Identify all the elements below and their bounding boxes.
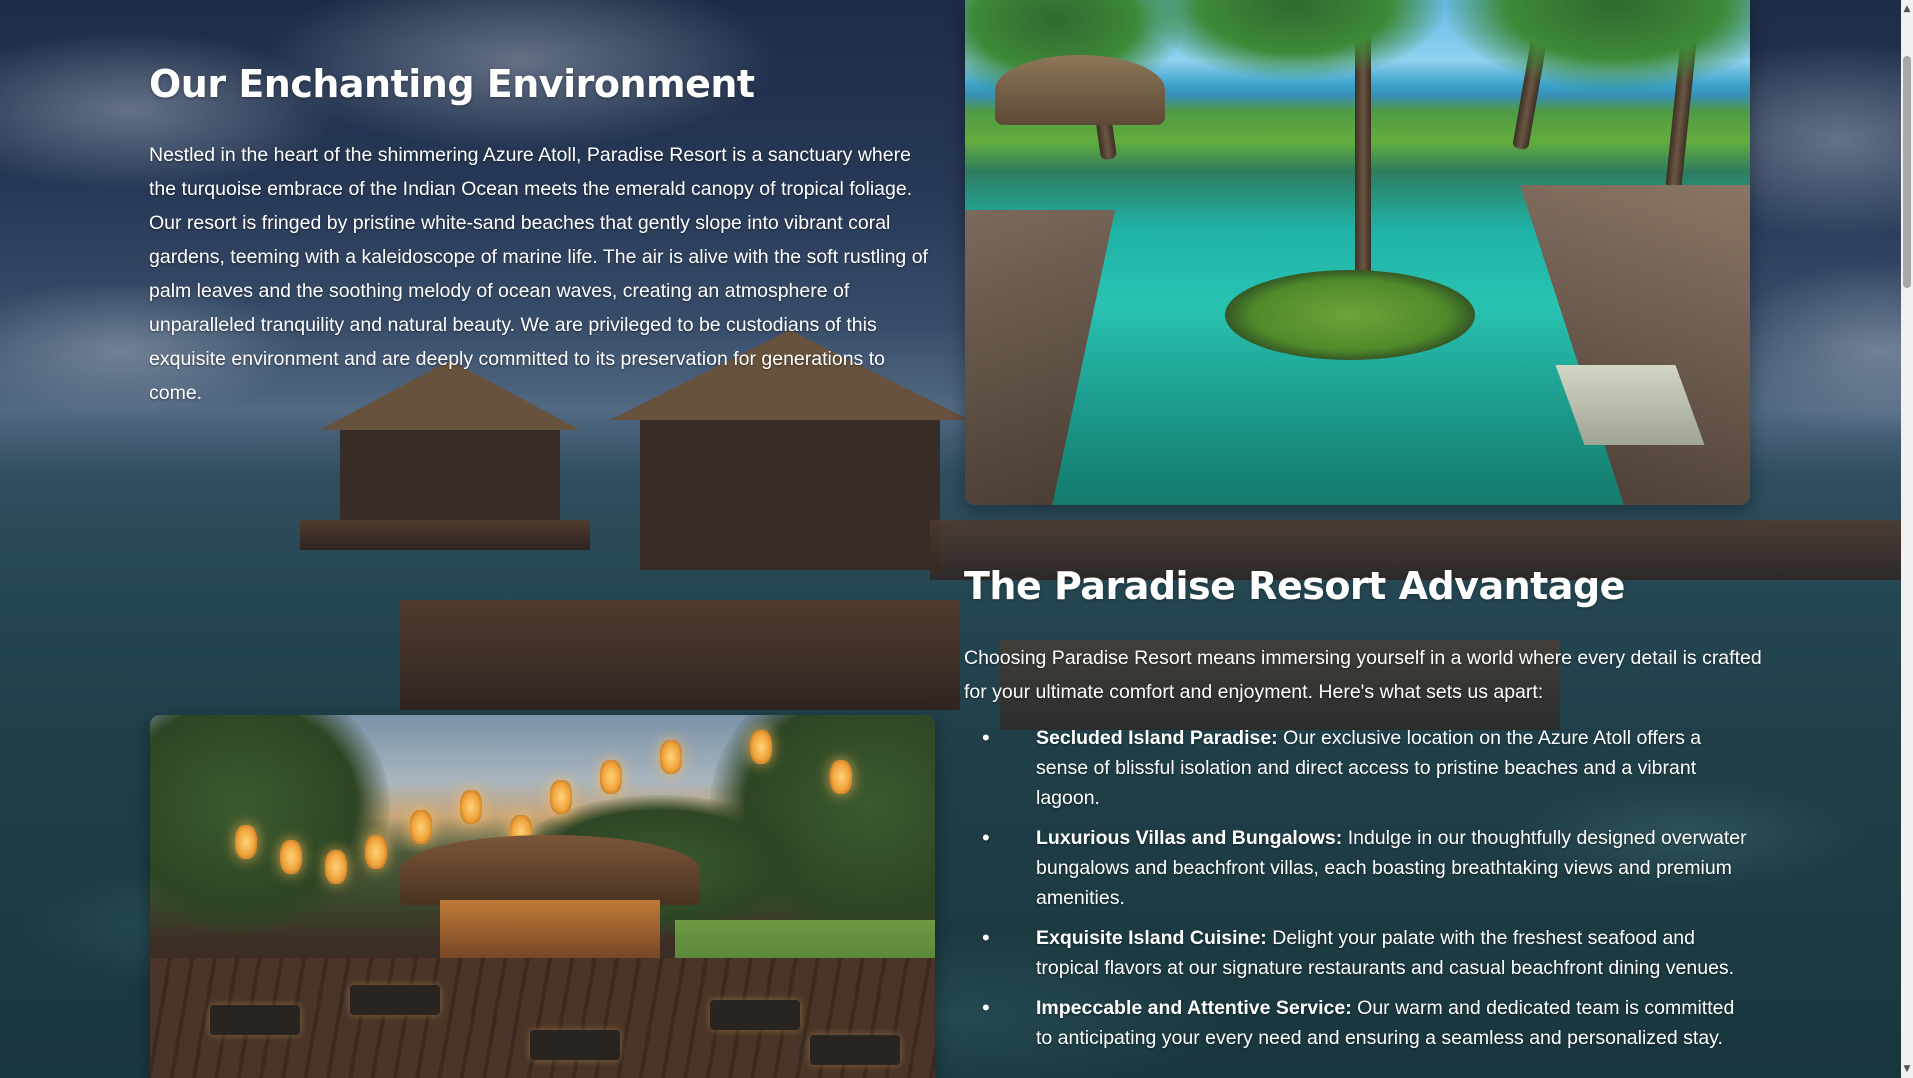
restaurant-photo bbox=[150, 715, 935, 1078]
environment-paragraph: Nestled in the heart of the shimmering A… bbox=[149, 144, 928, 404]
list-item-heading: Impeccable and Attentive Service: bbox=[1036, 997, 1352, 1019]
list-item-heading: Exquisite Island Cuisine: bbox=[1036, 927, 1267, 949]
bullet-icon: • bbox=[982, 725, 990, 750]
scrollbar-thumb[interactable] bbox=[1903, 56, 1911, 288]
list-item-heading: Luxurious Villas and Bungalows: bbox=[1036, 827, 1343, 849]
list-item: • Luxurious Villas and Bungalows: Indulg… bbox=[964, 823, 1754, 913]
scroll-up-icon[interactable]: ▲ bbox=[1901, 2, 1913, 16]
list-item: • Impeccable and Attentive Service: Our … bbox=[964, 993, 1754, 1053]
advantage-list: • Secluded Island Paradise: Our exclusiv… bbox=[964, 723, 1754, 1063]
list-item-heading: Secluded Island Paradise: bbox=[1036, 727, 1278, 749]
advantage-title: The Paradise Resort Advantage bbox=[964, 564, 1625, 608]
pool-photo bbox=[965, 0, 1750, 505]
bullet-icon: • bbox=[982, 825, 990, 850]
bullet-icon: • bbox=[982, 995, 990, 1020]
page-content: Our Enchanting Environment Nestled in th… bbox=[0, 0, 1913, 1078]
list-item: • Secluded Island Paradise: Our exclusiv… bbox=[964, 723, 1754, 813]
bullet-icon: • bbox=[982, 925, 990, 950]
list-item: • Exquisite Island Cuisine: Delight your… bbox=[964, 923, 1754, 983]
scroll-down-icon[interactable]: ▼ bbox=[1901, 1062, 1913, 1076]
advantage-intro: Choosing Paradise Resort means immersing… bbox=[964, 647, 1762, 703]
environment-title: Our Enchanting Environment bbox=[149, 62, 755, 106]
page-scrollbar[interactable]: ▲ ▼ bbox=[1901, 0, 1913, 1078]
